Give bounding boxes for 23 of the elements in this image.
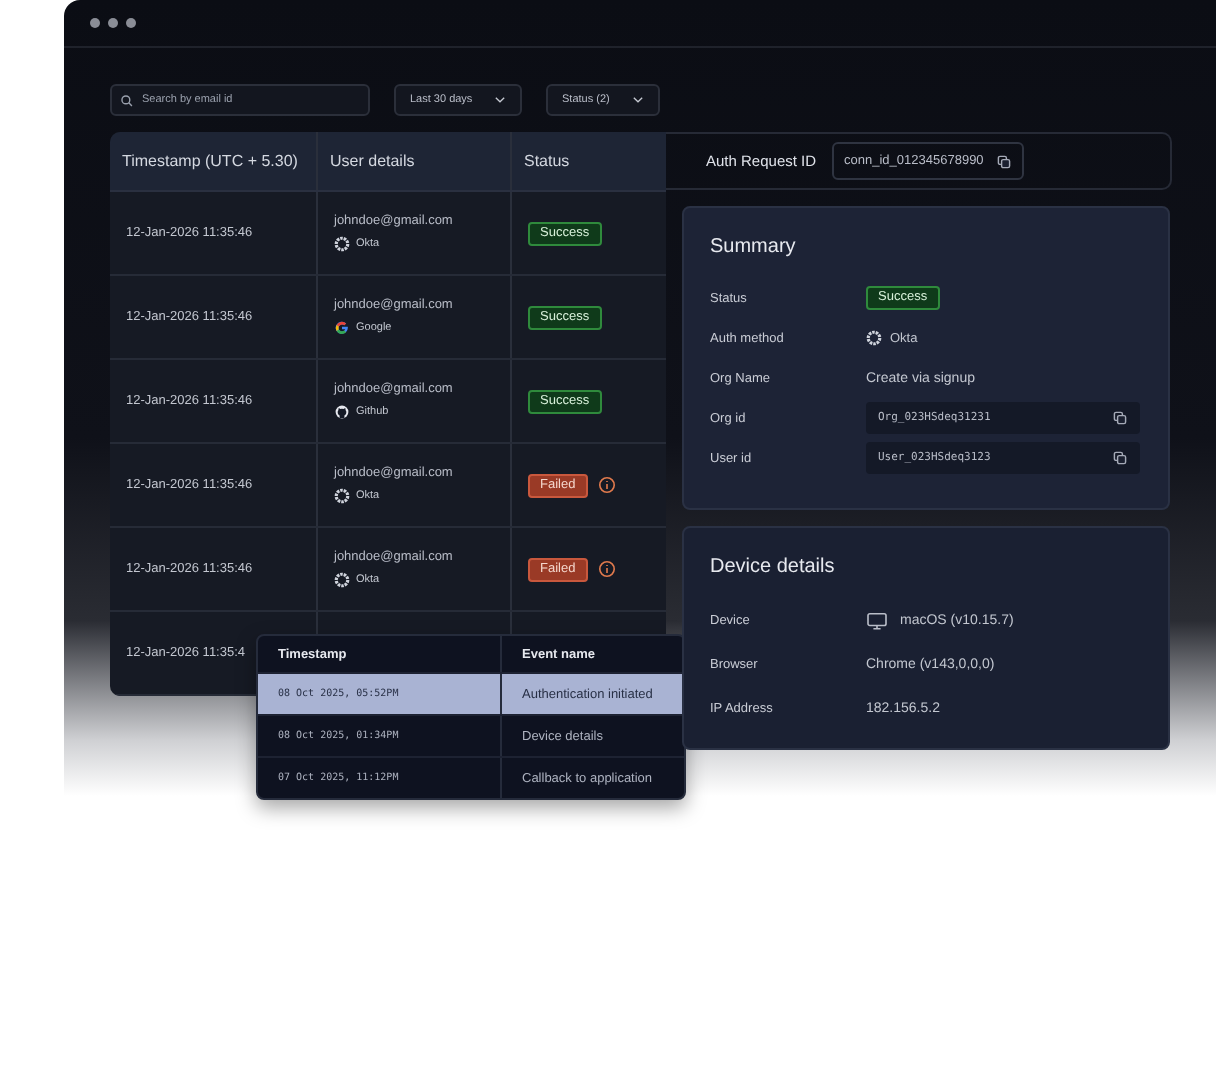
copy-icon[interactable] <box>1112 410 1128 426</box>
okta-icon <box>334 236 350 252</box>
info-icon[interactable] <box>597 476 616 494</box>
chevron-down-icon <box>632 96 644 104</box>
column-header: User details <box>318 132 512 190</box>
window-dot[interactable] <box>90 18 100 28</box>
copy-icon[interactable] <box>995 153 1012 169</box>
window-dot[interactable] <box>126 18 136 28</box>
info-icon[interactable] <box>597 560 616 578</box>
chevron-down-icon <box>494 96 506 104</box>
copy-icon[interactable] <box>1112 450 1128 466</box>
okta-icon <box>334 572 350 588</box>
github-icon <box>334 404 350 420</box>
card-title: Summary <box>710 236 798 258</box>
google-icon <box>334 320 350 336</box>
okta-icon <box>866 330 882 346</box>
card-title: Device details <box>710 556 837 578</box>
window-dot[interactable] <box>108 18 118 28</box>
column-header: Status <box>522 150 572 174</box>
okta-icon <box>334 488 350 504</box>
monitor-icon <box>866 611 888 629</box>
column-header: Timestamp (UTC + 5.30) <box>110 132 318 190</box>
search-icon <box>120 93 134 107</box>
